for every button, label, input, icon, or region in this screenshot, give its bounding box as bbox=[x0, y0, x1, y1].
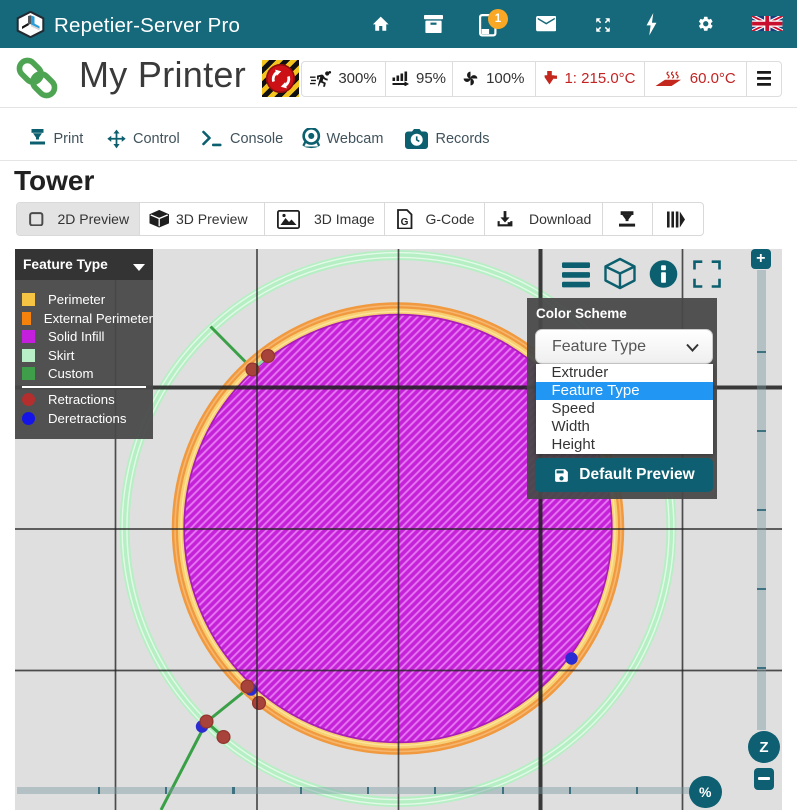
svg-text:G: G bbox=[401, 217, 409, 228]
